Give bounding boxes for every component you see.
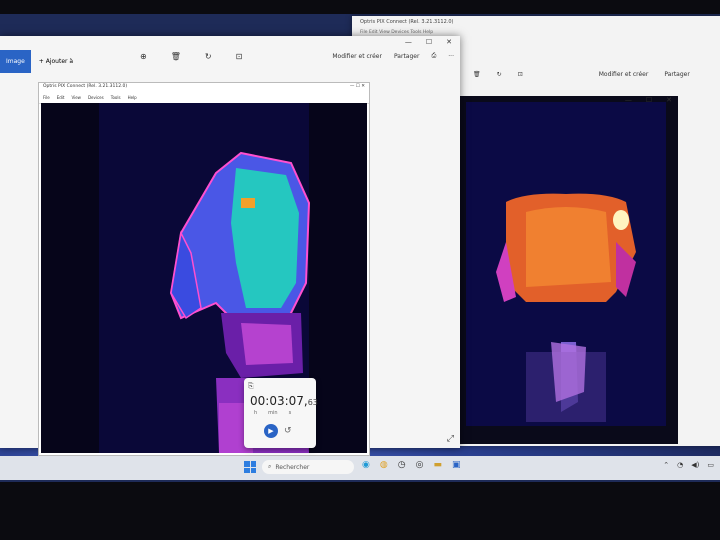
search-icon: ⌕ xyxy=(268,463,272,470)
left-tabstrip: Image + Ajouter à xyxy=(0,46,73,76)
clock-app-icon[interactable]: ◷ xyxy=(398,460,406,470)
desktop: Optris PIX Connect (Rel. 3.21.3112.0) Fi… xyxy=(0,14,720,482)
optris-inner-window[interactable]: Optris PIX Connect (Rel. 3.21.3112.0) — … xyxy=(38,82,370,456)
stopwatch-main: 00:03:07, xyxy=(250,394,308,408)
start-button[interactable] xyxy=(244,461,256,473)
right-inner-controls[interactable]: — ☐ ✕ xyxy=(625,96,672,104)
left-toolbar-right: Modifier et créer Partager ⎙ ··· xyxy=(332,52,454,60)
add-to-label: Ajouter à xyxy=(45,57,74,65)
maximize-icon[interactable]: ☐ xyxy=(426,38,432,46)
rotate-icon[interactable]: ↻ xyxy=(205,52,212,61)
more-button[interactable]: ··· xyxy=(448,53,454,60)
volume-icon[interactable]: ◀) xyxy=(691,461,699,469)
stopwatch-time: 00:03:07,63 xyxy=(250,394,318,408)
menu-devices[interactable]: Devices xyxy=(88,95,104,103)
add-to-button[interactable]: + Ajouter à xyxy=(39,58,73,65)
stopwatch-widget[interactable]: ⎘ 00:03:07,63 h min s ▶ ↺ xyxy=(244,378,318,448)
wifi-icon[interactable]: ◔ xyxy=(677,461,683,469)
inner-window-controls[interactable]: — ☐ ✕ xyxy=(350,84,365,94)
stopwatch-hundredths: 63 xyxy=(307,398,318,407)
taskbar-search[interactable]: ⌕ Rechercher xyxy=(262,460,354,474)
close-icon[interactable]: ✕ xyxy=(666,96,672,104)
taskbar xyxy=(0,456,720,480)
minimize-icon[interactable]: — xyxy=(405,38,412,46)
thermal-back-warm xyxy=(466,102,666,426)
left-window-controls[interactable]: — ☐ ✕ xyxy=(405,38,452,46)
print-icon[interactable]: ⎙ xyxy=(431,52,436,60)
inner-app-title: Optris PIX Connect (Rel. 3.21.3112.0) xyxy=(43,84,128,89)
pin-icon[interactable]: ⎘ xyxy=(248,382,254,391)
menu-tools[interactable]: Tools xyxy=(111,95,121,103)
battery-icon[interactable]: ▭ xyxy=(707,461,714,469)
play-button[interactable]: ▶ xyxy=(264,424,278,438)
inner-titlebar: Optris PIX Connect (Rel. 3.21.3112.0) — … xyxy=(39,83,369,95)
rotate-icon[interactable]: ↻ xyxy=(497,71,502,78)
edge-icon[interactable]: ◉ xyxy=(362,460,370,470)
close-icon[interactable]: ✕ xyxy=(446,38,452,46)
folder-icon[interactable]: ▬ xyxy=(433,460,442,470)
menu-edit[interactable]: Edit xyxy=(57,95,65,103)
delete-icon[interactable]: 🗑 xyxy=(473,71,481,78)
thermal-back-cool xyxy=(41,103,367,453)
search-placeholder: Rechercher xyxy=(275,463,310,471)
image-tab[interactable]: Image xyxy=(0,49,31,73)
camera-icon[interactable]: ◎ xyxy=(416,460,424,470)
stopwatch-units: h min s xyxy=(254,410,291,416)
unit-minutes: min xyxy=(268,410,278,416)
delete-icon[interactable]: 🗑 xyxy=(171,52,181,61)
right-window-menu: File Edit View Devices Tools Help xyxy=(360,30,434,35)
taskbar-apps: ◉ ◍ ◷ ◎ ▬ ▣ xyxy=(362,460,460,470)
photos-window-left[interactable]: — ☐ ✕ Image + Ajouter à ⊕ 🗑 ↻ ⊡ Modifier… xyxy=(0,36,460,456)
reset-icon[interactable]: ↺ xyxy=(284,426,292,436)
zoom-icon[interactable]: ⊕ xyxy=(140,52,147,61)
chrome-icon[interactable]: ◍ xyxy=(380,460,388,470)
right-edit-button[interactable]: Modifier et créer xyxy=(599,71,649,78)
left-thermal-image xyxy=(41,103,367,453)
menu-view[interactable]: View xyxy=(71,95,81,103)
expand-icon[interactable]: ⤢ xyxy=(447,434,454,444)
system-tray: ⌃ ◔ ◀) ▭ xyxy=(663,461,714,469)
right-thermal-image xyxy=(466,102,666,426)
minimize-icon[interactable]: — xyxy=(625,96,632,104)
unit-hours: h xyxy=(254,410,258,416)
menu-file[interactable]: File xyxy=(43,95,50,103)
unit-seconds: s xyxy=(288,410,292,416)
photos-icon[interactable]: ▣ xyxy=(452,460,461,470)
menu-help[interactable]: Help xyxy=(128,95,137,103)
left-toolbar: ⊕ 🗑 ↻ ⊡ xyxy=(140,52,242,61)
play-icon: ▶ xyxy=(268,427,274,435)
chevron-up-icon[interactable]: ⌃ xyxy=(663,461,669,469)
left-share-button[interactable]: Partager xyxy=(394,53,420,60)
crop-icon[interactable]: ⊡ xyxy=(518,71,523,78)
right-share-button[interactable]: Partager xyxy=(664,71,690,78)
crop-icon[interactable]: ⊡ xyxy=(236,52,243,61)
maximize-icon[interactable]: ☐ xyxy=(646,96,652,104)
left-edit-button[interactable]: Modifier et créer xyxy=(332,53,382,60)
